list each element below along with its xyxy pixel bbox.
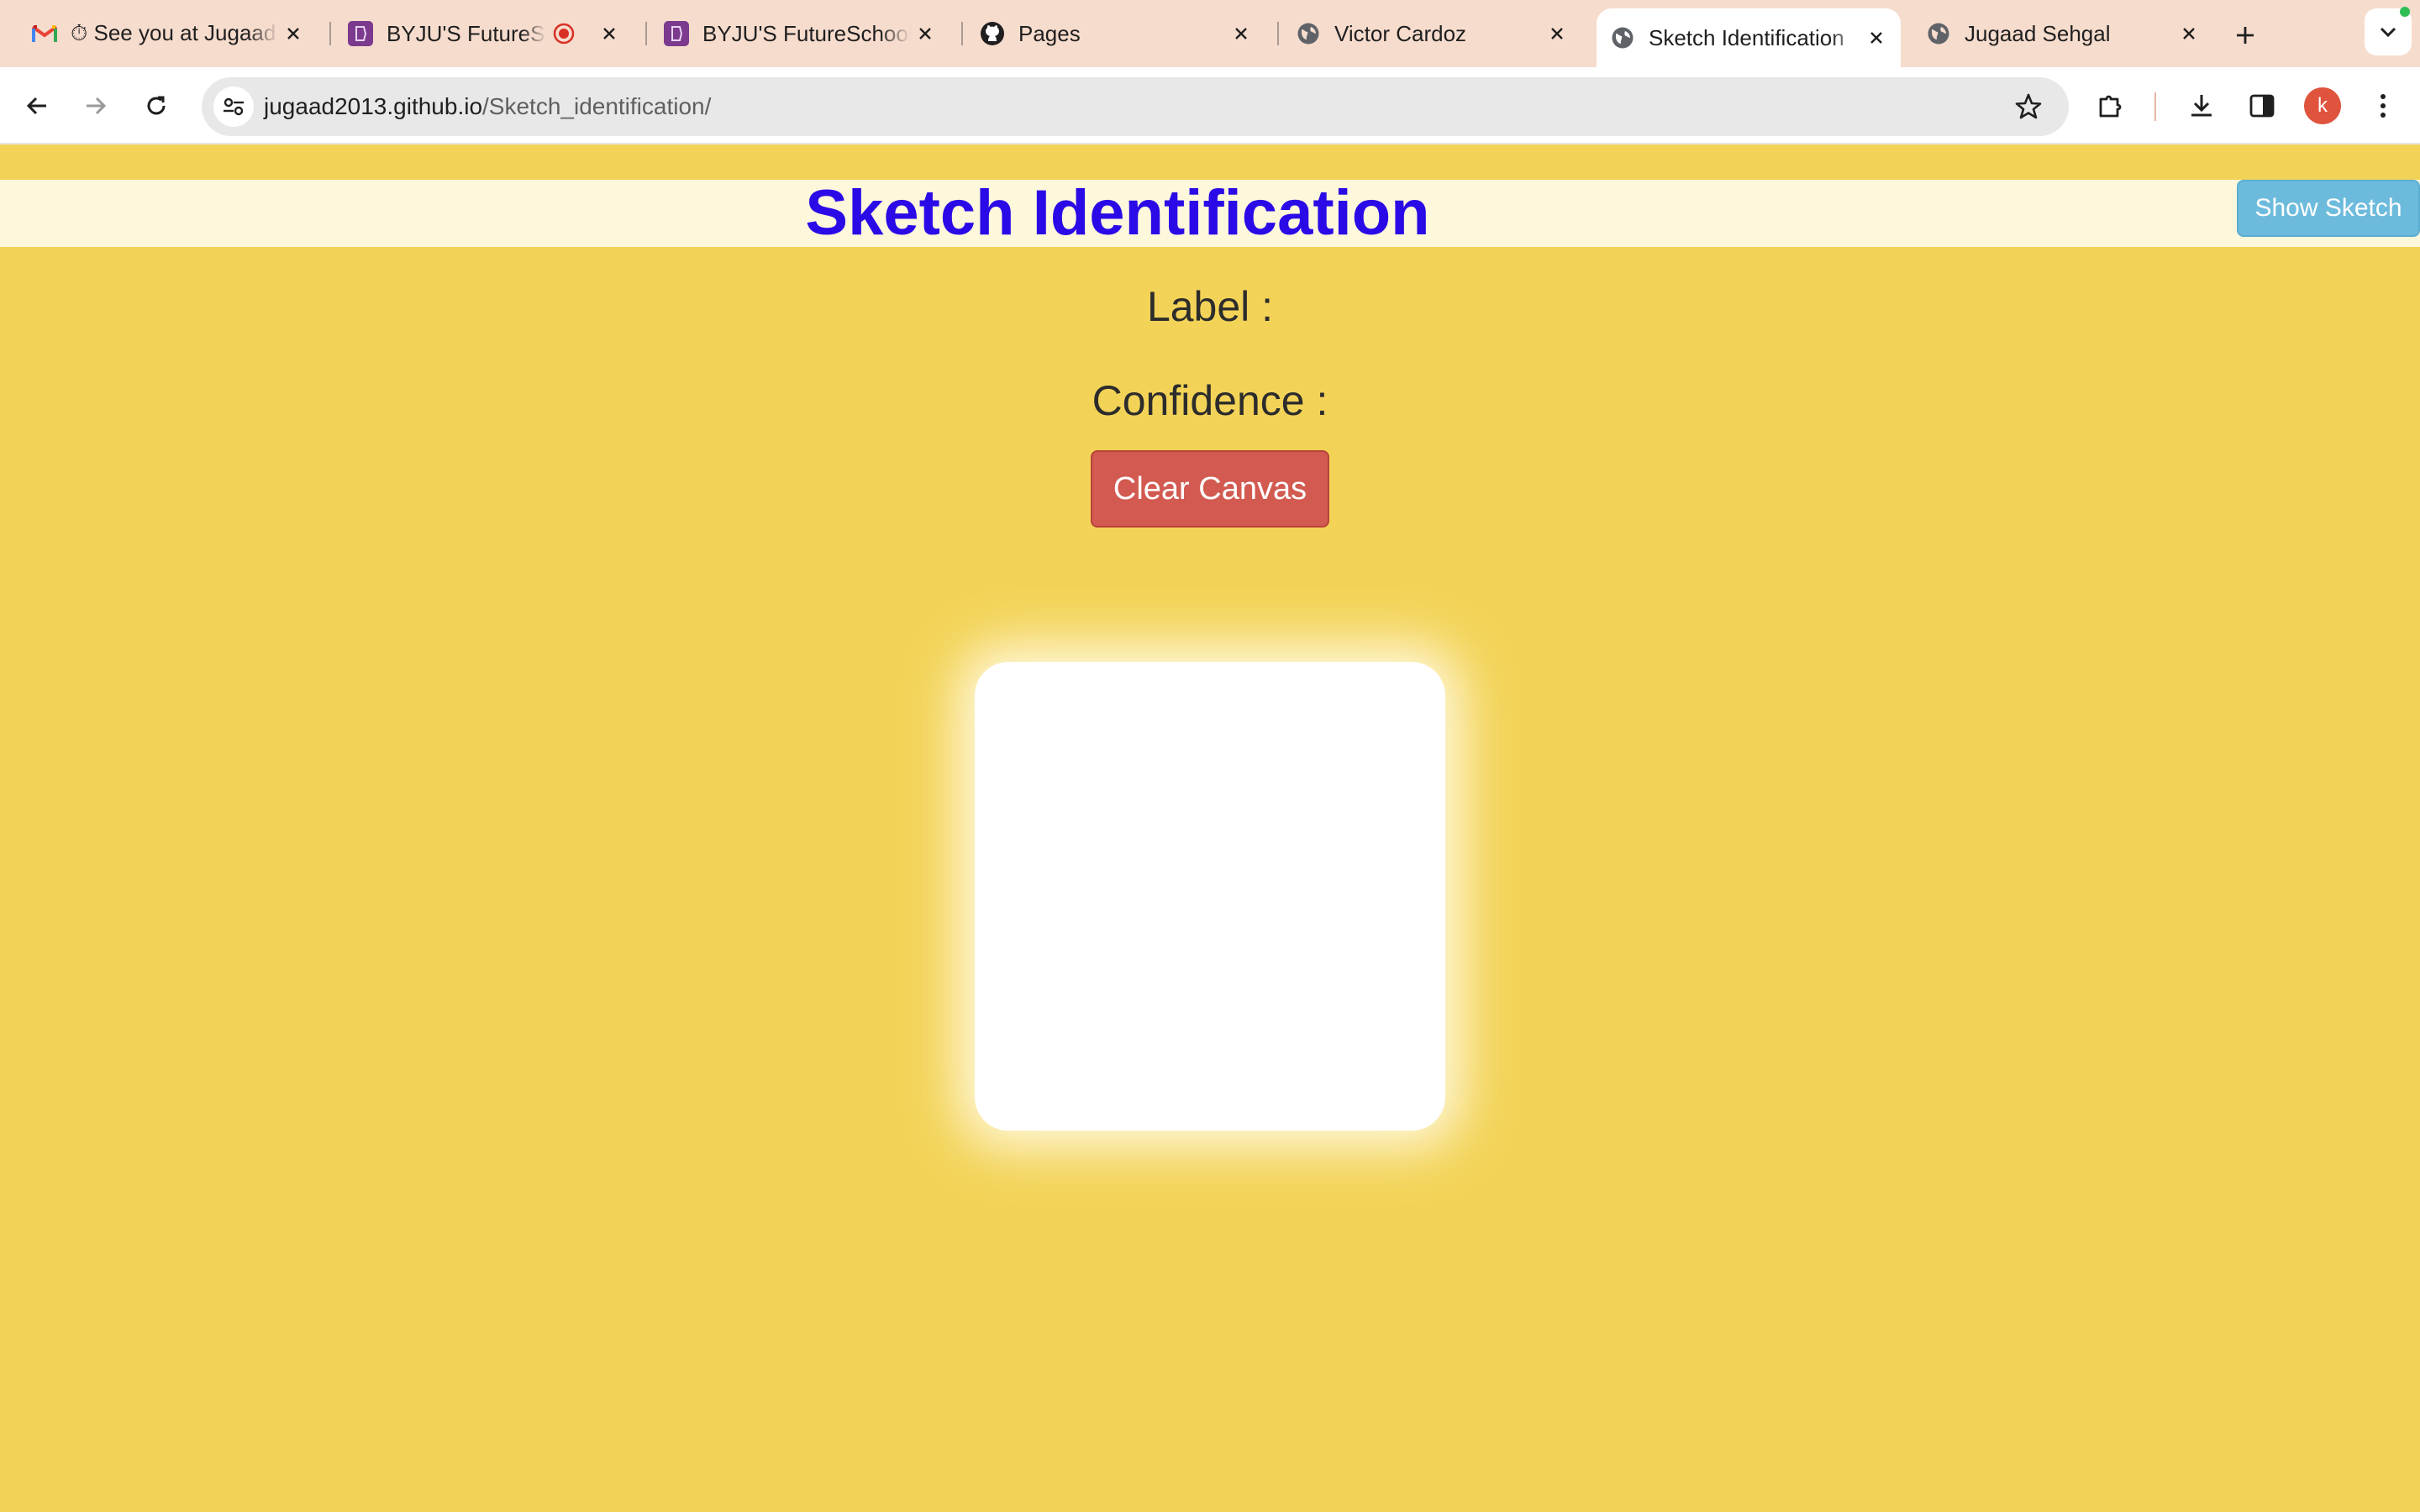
tab-separator [961, 22, 963, 45]
reload-icon [147, 96, 166, 115]
arrow-left-icon [26, 97, 46, 115]
tab-separator [1277, 22, 1279, 45]
status-dot [2400, 7, 2410, 17]
arrow-right-icon [87, 97, 107, 115]
kebab-menu-icon [2381, 94, 2386, 118]
byjus-icon [664, 21, 689, 46]
close-icon[interactable] [1862, 24, 1891, 52]
bookmark-star-icon[interactable] [2008, 87, 2049, 127]
browser-toolbar: jugaad2013.github.io/Sketch_identificati… [0, 67, 2420, 144]
forward-button[interactable] [76, 86, 116, 126]
tab-gmail[interactable]: ⏱ See you at Jugaad [24, 10, 318, 57]
tab-title: ⏱ See you at Jugaad [71, 20, 276, 45]
tab-title: Pages [1018, 20, 1081, 46]
tab-separator [329, 22, 331, 45]
site-info-icon[interactable] [213, 87, 254, 127]
side-panel-icon [2249, 94, 2275, 118]
label-text: Label : [1146, 283, 1274, 330]
gmail-icon [32, 21, 57, 46]
puzzle-icon [2099, 95, 2122, 118]
tab-title: BYJU'S FutureSchool [702, 20, 911, 46]
url-host: jugaad2013.github.io [264, 93, 483, 119]
close-icon[interactable] [2175, 19, 2203, 48]
recording-icon [551, 21, 576, 46]
tab-jugaad-sehgal[interactable]: Jugaad Sehgal [1918, 10, 2213, 57]
url-text[interactable]: jugaad2013.github.io/Sketch_identificati… [264, 77, 711, 136]
globe-icon [1926, 21, 1951, 46]
close-icon[interactable] [595, 19, 623, 48]
close-icon[interactable] [279, 19, 308, 48]
new-tab-button[interactable] [2227, 17, 2264, 54]
confidence-text: Confidence : [1092, 377, 1328, 424]
profile-avatar[interactable]: k [2304, 87, 2341, 124]
tab-byjus-1[interactable]: BYJU'S FutureSchool [339, 10, 634, 57]
extensions-button[interactable] [2091, 86, 2131, 126]
tab-title: BYJU'S FutureSchool [387, 20, 546, 46]
close-icon[interactable] [1227, 19, 1255, 48]
page-header: Sketch Identification Show Sketch [0, 180, 2420, 247]
close-icon[interactable] [911, 19, 939, 48]
github-icon [980, 21, 1005, 46]
globe-icon [1610, 25, 1635, 50]
address-bar[interactable]: jugaad2013.github.io/Sketch_identificati… [202, 77, 2069, 136]
back-button[interactable] [17, 86, 57, 126]
side-panel-button[interactable] [2242, 86, 2282, 126]
plus-icon [2237, 27, 2254, 44]
drawing-canvas[interactable] [975, 662, 1445, 1131]
clear-canvas-button[interactable]: Clear Canvas [1091, 450, 1329, 528]
tab-pages[interactable]: Pages [971, 10, 1265, 57]
tab-separator [645, 22, 647, 45]
toolbar-divider [2154, 92, 2156, 121]
byjus-icon [348, 21, 373, 46]
tab-byjus-2[interactable]: BYJU'S FutureSchool [655, 10, 950, 57]
tab-title: Victor Cardoz [1334, 20, 1467, 46]
globe-icon [1296, 21, 1321, 46]
menu-button[interactable] [2363, 86, 2403, 126]
tab-sketch-identification[interactable]: Sketch Identification [1597, 8, 1901, 67]
browser-tab-strip: ⏱ See you at Jugaad BYJU'S FutureSchool … [0, 0, 2420, 67]
tab-victor-cardoz[interactable]: Victor Cardoz [1287, 10, 1581, 57]
reload-button[interactable] [136, 86, 176, 126]
tab-title: Jugaad Sehgal [1965, 20, 2111, 46]
show-sketch-button[interactable]: Show Sketch [2237, 180, 2420, 237]
downloads-button[interactable] [2181, 86, 2222, 126]
page-title: Sketch Identification [805, 177, 1430, 249]
chevron-down-icon [2380, 27, 2396, 38]
tab-title: Sketch Identification [1649, 24, 1844, 50]
download-icon [2191, 95, 2212, 117]
url-path: /Sketch_identification/ [482, 93, 712, 119]
close-icon[interactable] [1543, 19, 1571, 48]
